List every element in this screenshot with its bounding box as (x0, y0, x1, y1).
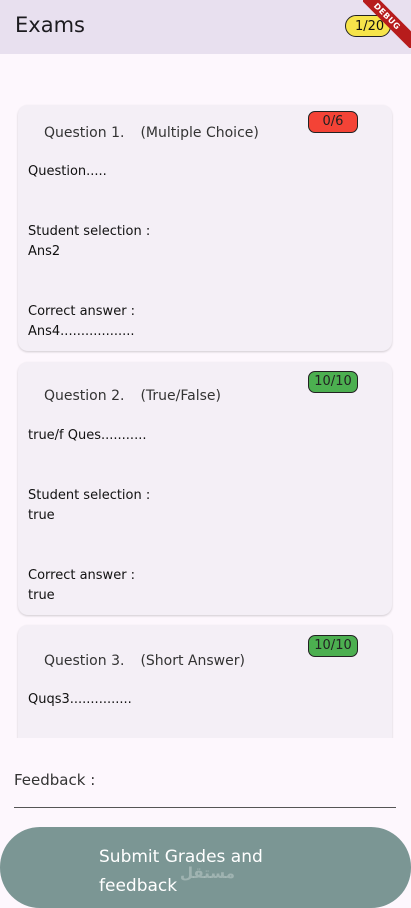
question-text: true/f Ques........... (28, 428, 147, 443)
correct-answer-label: Correct answer : (28, 304, 136, 319)
question-type: (True/False) (140, 388, 221, 404)
question-heading: Question 1. (Multiple Choice) (44, 125, 259, 141)
question-list[interactable]: Question 1. (Multiple Choice) 0/6 Questio… (0, 100, 411, 738)
question-card-1: Question 1. (Multiple Choice) 0/6 Questio… (18, 105, 392, 351)
question-card-3: Question 3. (Short Answer) 10/10 Quqs3...… (18, 625, 392, 738)
watermark-logo: مستقل (180, 864, 235, 882)
question-type: (Multiple Choice) (140, 125, 259, 141)
correct-answer: true (28, 588, 55, 603)
feedback-underline (14, 807, 396, 808)
question-number: Question 1. (44, 125, 125, 141)
score-badge[interactable]: 10/10 (308, 635, 358, 657)
page-title: Exams (15, 13, 85, 37)
question-card-2: Question 2. (True/False) 10/10 true/f Que… (18, 362, 392, 615)
question-text: Quqs3............... (28, 692, 132, 707)
app-bar: Exams 1/20 (0, 0, 411, 54)
student-selection-label: Student selection : (28, 224, 151, 239)
debug-banner: DEBUG (363, 0, 411, 48)
feedback-input[interactable]: Feedback : (14, 771, 95, 789)
correct-answer: Ans4.................. (28, 324, 135, 339)
score-badge[interactable]: 0/6 (308, 111, 358, 133)
question-heading: Question 2. (True/False) (44, 388, 221, 404)
question-type: (Short Answer) (140, 653, 245, 669)
student-answer: true (28, 508, 55, 523)
score-badge[interactable]: 10/10 (308, 371, 358, 393)
student-answer: Ans2 (28, 244, 61, 259)
correct-answer-label: Correct answer : (28, 568, 136, 583)
debug-banner-corner: DEBUG (363, 0, 411, 48)
question-number: Question 2. (44, 388, 125, 404)
question-heading: Question 3. (Short Answer) (44, 653, 245, 669)
student-selection-label: Student selection : (28, 488, 151, 503)
question-number: Question 3. (44, 653, 125, 669)
question-text: Question..... (28, 164, 107, 179)
